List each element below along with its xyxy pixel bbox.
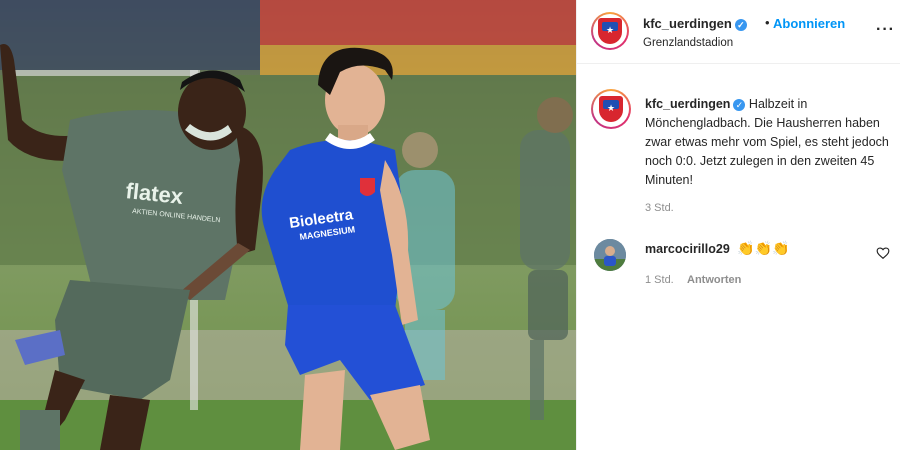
post-caption: kfc_uerdingen ✓ Halbzeit in Mönchengladba… <box>645 95 893 190</box>
club-crest-icon: ★ <box>599 96 623 122</box>
verified-badge-icon: ✓ <box>734 19 747 31</box>
post-photo: flatex AKTIEN ONLINE HANDELN Bioleetra M… <box>0 0 576 450</box>
caption-timestamp[interactable]: 3 Std. <box>645 202 674 214</box>
header-separator: • <box>765 15 770 30</box>
profile-avatar[interactable]: ★ <box>591 12 629 50</box>
verified-badge-icon: ✓ <box>733 99 746 111</box>
username-link[interactable]: kfc_uerdingen <box>643 16 732 31</box>
follow-button[interactable]: Abonnieren <box>773 16 845 31</box>
commenter-username-link[interactable]: marcocirillo29 <box>645 242 730 256</box>
comment-text: 👏👏👏 <box>737 240 790 256</box>
commenter-avatar[interactable] <box>594 239 626 271</box>
post-header: ★ kfc_uerdingen ✓ • Abonnieren Grenzlands… <box>577 0 900 64</box>
reply-button[interactable]: Antworten <box>687 274 741 286</box>
heart-icon[interactable] <box>876 246 890 260</box>
caption-username-link[interactable]: kfc_uerdingen <box>645 97 730 111</box>
club-crest-icon: ★ <box>598 18 622 44</box>
comment-timestamp[interactable]: 1 Std. <box>645 274 674 286</box>
caption-avatar[interactable]: ★ <box>591 89 631 129</box>
post-side-panel: ★ kfc_uerdingen ✓ • Abonnieren Grenzlands… <box>576 0 900 450</box>
football-scene-image: flatex AKTIEN ONLINE HANDELN Bioleetra M… <box>0 0 576 450</box>
location-link[interactable]: Grenzlandstadion <box>643 37 733 49</box>
more-options-icon[interactable]: ··· <box>876 21 895 39</box>
comment-row: marcocirillo29 👏👏👏 <box>645 240 790 257</box>
